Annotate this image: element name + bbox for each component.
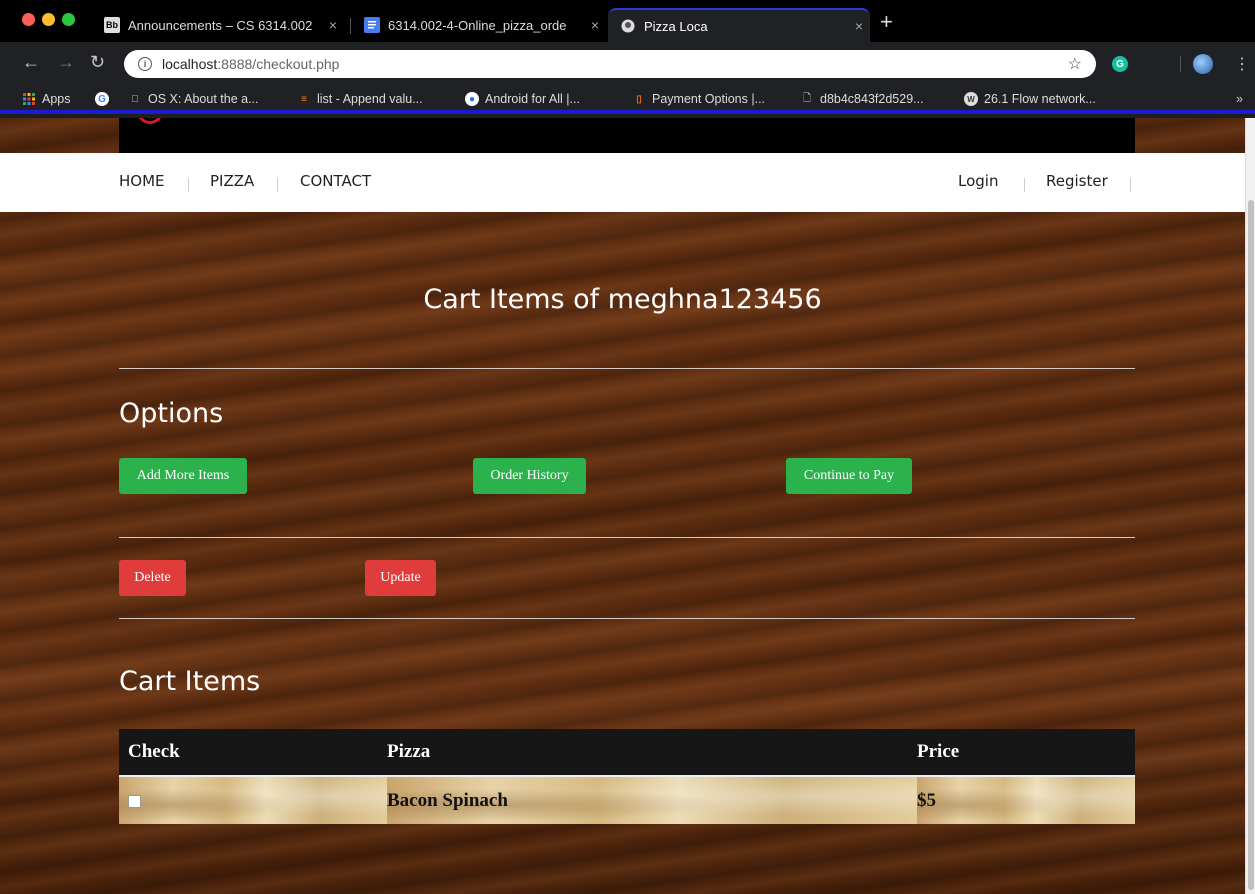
divider bbox=[119, 537, 1135, 538]
tab-title: 6314.002-4-Online_pizza_orde bbox=[388, 17, 567, 33]
blackboard-icon: Bb bbox=[104, 17, 120, 33]
grammarly-extension-icon[interactable]: G bbox=[1112, 56, 1128, 72]
file-icon: 🗋 bbox=[802, 92, 812, 104]
tab-title: Announcements – CS 6314.002 bbox=[128, 17, 313, 33]
forward-arrow-icon[interactable]: → bbox=[57, 52, 75, 73]
bookmark-label: OS X: About the a... bbox=[148, 92, 259, 106]
url-host: localhost bbox=[162, 56, 218, 72]
docs-icon bbox=[364, 17, 380, 33]
nav-register[interactable]: Register bbox=[1046, 172, 1108, 190]
tab-google-doc[interactable]: 6314.002-4-Online_pizza_orde × bbox=[352, 8, 606, 42]
site-header bbox=[119, 118, 1135, 153]
site-icon: W bbox=[964, 92, 978, 106]
browser-toolbar: ← → ↻ i localhost:8888/checkout.php ☆ G … bbox=[0, 42, 1255, 86]
divider bbox=[119, 618, 1135, 619]
update-button[interactable]: Update bbox=[365, 560, 436, 596]
nav-home[interactable]: HOME bbox=[119, 172, 165, 190]
nav-pizza[interactable]: PIZZA bbox=[210, 172, 254, 190]
browser-tab-bar: Bb Announcements – CS 6314.002 × 6314.00… bbox=[0, 0, 1255, 42]
window-minimize-button[interactable] bbox=[42, 13, 55, 26]
new-tab-button[interactable]: + bbox=[880, 11, 893, 33]
table-row: Bacon Spinach $5 bbox=[119, 776, 1135, 824]
tab-title: Pizza Loca bbox=[644, 18, 708, 34]
reload-icon[interactable]: ↻ bbox=[90, 52, 105, 73]
info-icon[interactable]: i bbox=[138, 57, 152, 71]
bookmark-star-icon[interactable]: ☆ bbox=[1068, 54, 1082, 74]
bookmark-payment[interactable]: ▯ Payment Options |... bbox=[632, 92, 765, 106]
bookmark-label: Payment Options |... bbox=[652, 92, 766, 106]
site-logo-icon bbox=[137, 118, 163, 124]
window-close-button[interactable] bbox=[22, 13, 35, 26]
table-header-row: Check Pizza Price bbox=[119, 729, 1135, 777]
bookmark-label: list - Append valu... bbox=[317, 92, 423, 106]
bookmark-label: 26.1 Flow network... bbox=[984, 92, 1096, 106]
divider bbox=[119, 368, 1135, 369]
tab-pizza-loca[interactable]: Pizza Loca × bbox=[608, 8, 870, 42]
row-pizza-cell: Bacon Spinach bbox=[387, 776, 917, 824]
row-price-cell: $5 bbox=[917, 776, 1135, 824]
row-check-cell bbox=[119, 776, 387, 824]
back-arrow-icon[interactable]: ← bbox=[22, 52, 40, 73]
column-header-check: Check bbox=[119, 729, 387, 777]
bookmark-label: Apps bbox=[42, 92, 71, 106]
page-content: HOME PIZZA CONTACT Login Register Cart I… bbox=[0, 118, 1245, 894]
page-scrollbar[interactable] bbox=[1245, 118, 1255, 894]
bookmark-label: Android for All |... bbox=[485, 92, 580, 106]
bookmark-flow-network[interactable]: W 26.1 Flow network... bbox=[964, 92, 1096, 106]
more-bookmarks-icon[interactable]: » bbox=[1236, 92, 1243, 106]
close-icon[interactable]: × bbox=[322, 17, 344, 33]
delete-button[interactable]: Delete bbox=[119, 560, 186, 596]
continue-to-pay-button[interactable]: Continue to Pay bbox=[786, 458, 912, 494]
url-path: :8888/checkout.php bbox=[217, 56, 340, 72]
bookmarks-bar: Apps G  OS X: About the a... ≡ list - A… bbox=[0, 86, 1255, 114]
bookmark-apps[interactable]: Apps bbox=[22, 92, 71, 106]
scrollbar-thumb[interactable] bbox=[1248, 200, 1254, 890]
column-header-pizza: Pizza bbox=[387, 729, 917, 777]
order-history-button[interactable]: Order History bbox=[473, 458, 586, 494]
site-navbar: HOME PIZZA CONTACT Login Register bbox=[0, 153, 1245, 212]
apple-icon:  bbox=[128, 92, 142, 106]
stackoverflow-icon: ≡ bbox=[301, 93, 307, 105]
column-header-price: Price bbox=[917, 729, 1135, 777]
options-heading: Options bbox=[119, 398, 224, 429]
google-icon: G bbox=[95, 92, 109, 106]
close-icon[interactable]: × bbox=[848, 18, 870, 34]
bookmark-stackoverflow[interactable]: ≡ list - Append valu... bbox=[297, 92, 423, 106]
bookmark-osx[interactable]:  OS X: About the a... bbox=[128, 92, 259, 106]
apps-grid-icon bbox=[22, 92, 36, 106]
window-maximize-button[interactable] bbox=[62, 13, 75, 26]
payment-icon: ▯ bbox=[636, 93, 642, 105]
nav-login[interactable]: Login bbox=[958, 172, 998, 190]
android-icon: ● bbox=[465, 92, 479, 106]
tab-announcements[interactable]: Bb Announcements – CS 6314.002 × bbox=[92, 8, 344, 42]
add-more-items-button[interactable]: Add More Items bbox=[119, 458, 247, 494]
cart-items-heading: Cart Items bbox=[119, 666, 261, 697]
bookmark-android[interactable]: ● Android for All |... bbox=[465, 92, 580, 106]
bookmark-file[interactable]: 🗋 d8b4c843f2d529... bbox=[800, 92, 924, 106]
cart-table: Check Pizza Price Bacon Spinach $5 bbox=[119, 729, 1135, 824]
item-checkbox[interactable] bbox=[128, 794, 141, 808]
bookmark-google[interactable]: G bbox=[95, 92, 115, 106]
profile-avatar[interactable] bbox=[1193, 54, 1213, 74]
address-bar[interactable]: i localhost:8888/checkout.php ☆ bbox=[124, 50, 1096, 78]
close-icon[interactable]: × bbox=[584, 17, 606, 33]
nav-contact[interactable]: CONTACT bbox=[300, 172, 371, 190]
menu-dots-icon[interactable]: ⋮ bbox=[1234, 54, 1250, 74]
site-icon bbox=[620, 18, 636, 34]
bookmark-label: d8b4c843f2d529... bbox=[820, 92, 924, 106]
page-title: Cart Items of meghna123456 bbox=[423, 284, 822, 315]
